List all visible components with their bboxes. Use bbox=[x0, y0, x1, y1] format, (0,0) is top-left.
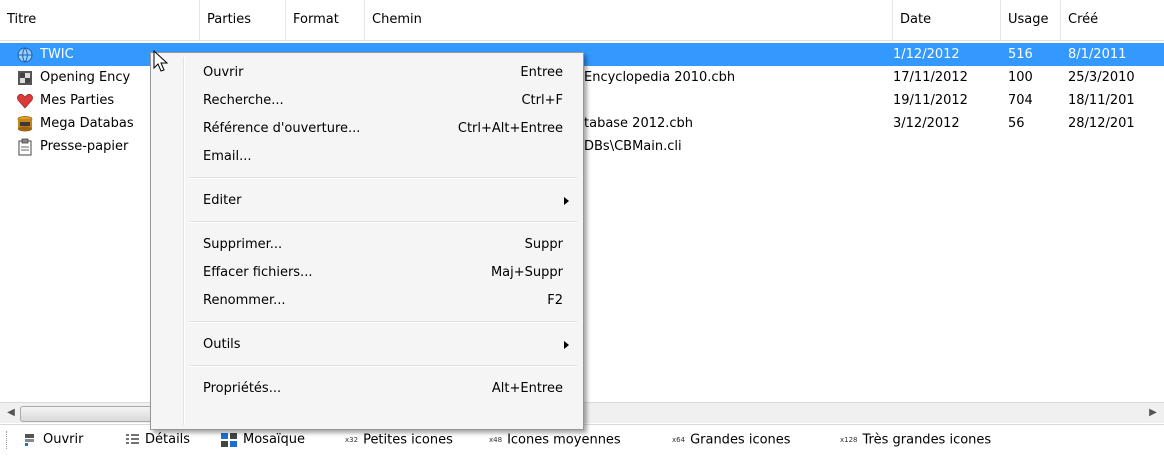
menu-item-rename[interactable]: Renommer... F2 bbox=[153, 287, 581, 315]
row-created: 28/12/201 bbox=[1068, 116, 1135, 131]
menu-item-label: Email... bbox=[203, 149, 252, 164]
submenu-arrow-icon bbox=[564, 341, 569, 349]
medium-icons-label: Icones moyennes bbox=[507, 432, 621, 448]
menu-item-label: Editer bbox=[203, 193, 242, 208]
menu-item-label: Propriétés... bbox=[203, 381, 282, 396]
medium-icons-size: x48 bbox=[489, 436, 503, 444]
row-title: Mega Databas bbox=[40, 116, 134, 131]
open-button[interactable]: Ouvrir bbox=[22, 425, 83, 453]
mosaic-label: Mosaïque bbox=[243, 432, 306, 447]
column-cree[interactable]: Créé bbox=[1061, 0, 1164, 40]
context-menu: Ouvrir Entree Recherche... Ctrl+F Référe… bbox=[150, 52, 584, 430]
row-title: Mes Parties bbox=[40, 93, 115, 108]
menu-item-shortcut: Maj+Suppr bbox=[490, 265, 563, 280]
menu-item-label: Ouvrir bbox=[203, 65, 244, 80]
large-icons-size: x64 bbox=[672, 436, 686, 444]
menu-item-email[interactable]: Email... bbox=[153, 143, 581, 171]
row-date: 3/12/2012 bbox=[893, 116, 960, 131]
menu-item-delete[interactable]: Supprimer... Suppr bbox=[153, 231, 581, 259]
column-parties[interactable]: Parties bbox=[200, 0, 286, 40]
menu-separator bbox=[189, 321, 577, 323]
row-usage: 516 bbox=[1008, 47, 1033, 62]
globe-icon bbox=[17, 47, 33, 63]
row-created: 8/1/2011 bbox=[1068, 47, 1127, 62]
submenu-arrow-icon bbox=[564, 197, 569, 205]
menu-item-shortcut: Ctrl+F bbox=[521, 93, 563, 108]
menu-item-shortcut: Entree bbox=[520, 65, 563, 80]
menu-item-shortcut: Alt+Entree bbox=[491, 381, 563, 396]
large-icons-label: Grandes icones bbox=[690, 432, 791, 448]
menu-item-opening-reference[interactable]: Référence d'ouverture... Ctrl+Alt+Entree bbox=[153, 115, 581, 143]
details-icon bbox=[126, 433, 139, 444]
clipboard-icon bbox=[18, 138, 32, 156]
menu-item-shortcut: Ctrl+Alt+Entree bbox=[457, 121, 563, 136]
column-header: Titre Parties Format Chemin Date Usage C… bbox=[0, 0, 1164, 41]
very-large-icons-label: Très grandes icones bbox=[862, 432, 992, 448]
heart-icon bbox=[17, 94, 33, 109]
menu-item-search[interactable]: Recherche... Ctrl+F bbox=[153, 87, 581, 115]
mosaic-icon bbox=[221, 432, 237, 447]
row-usage: 56 bbox=[1008, 116, 1025, 131]
toolbar-grip[interactable] bbox=[6, 431, 11, 449]
menu-separator bbox=[189, 365, 577, 367]
menu-item-label: Référence d'ouverture... bbox=[203, 121, 361, 136]
small-icons-size: x32 bbox=[345, 436, 359, 444]
database-icon bbox=[17, 116, 33, 132]
menu-item-shortcut: F2 bbox=[547, 293, 563, 308]
row-title: Opening Ency bbox=[40, 70, 131, 85]
very-large-icons-button[interactable]: x128 Très grandes icones bbox=[840, 425, 991, 453]
open-icon bbox=[25, 433, 34, 446]
menu-item-label: Outils bbox=[203, 337, 241, 352]
menu-item-shortcut: Suppr bbox=[524, 237, 563, 252]
menu-item-label: Supprimer... bbox=[203, 237, 283, 252]
row-usage: 100 bbox=[1008, 70, 1033, 85]
scroll-left-arrow-icon[interactable]: ◀ bbox=[2, 403, 20, 423]
row-path: Encyclopedia 2010.cbh bbox=[584, 70, 736, 85]
row-created: 25/3/2010 bbox=[1068, 70, 1135, 85]
scroll-right-arrow-icon[interactable]: ▶ bbox=[1144, 403, 1162, 423]
row-date: 17/11/2012 bbox=[893, 70, 968, 85]
details-label: Détails bbox=[145, 432, 191, 447]
menu-item-edit[interactable]: Editer bbox=[153, 187, 581, 215]
column-usage[interactable]: Usage bbox=[1001, 0, 1061, 40]
menu-item-tools[interactable]: Outils bbox=[153, 331, 581, 359]
menu-item-label: Effacer fichiers... bbox=[203, 265, 313, 280]
column-format[interactable]: Format bbox=[286, 0, 365, 40]
row-usage: 704 bbox=[1008, 93, 1033, 108]
column-date[interactable]: Date bbox=[893, 0, 1001, 40]
row-title: TWIC bbox=[40, 47, 74, 62]
book-icon bbox=[18, 71, 32, 85]
row-created: 18/11/201 bbox=[1068, 93, 1135, 108]
row-date: 19/11/2012 bbox=[893, 93, 968, 108]
column-title[interactable]: Titre bbox=[0, 0, 200, 40]
very-large-icons-size: x128 bbox=[840, 436, 858, 444]
menu-item-properties[interactable]: Propriétés... Alt+Entree bbox=[153, 375, 581, 403]
mouse-cursor-icon bbox=[153, 50, 169, 72]
large-icons-button[interactable]: x64 Grandes icones bbox=[672, 425, 791, 453]
menu-separator bbox=[189, 177, 577, 179]
column-chemin[interactable]: Chemin bbox=[365, 0, 893, 40]
menu-item-label: Renommer... bbox=[203, 293, 286, 308]
menu-item-erase-files[interactable]: Effacer fichiers... Maj+Suppr bbox=[153, 259, 581, 287]
small-icons-label: Petites icones bbox=[363, 432, 453, 448]
menu-item-open[interactable]: Ouvrir Entree bbox=[153, 59, 581, 87]
menu-separator bbox=[189, 221, 577, 223]
menu-item-label: Recherche... bbox=[203, 93, 284, 108]
row-path: tabase 2012.cbh bbox=[584, 116, 694, 131]
row-title: Presse-papier bbox=[40, 139, 129, 154]
open-label: Ouvrir bbox=[43, 432, 84, 447]
row-path: DBs\CBMain.cli bbox=[584, 139, 682, 154]
row-date: 1/12/2012 bbox=[893, 47, 960, 62]
